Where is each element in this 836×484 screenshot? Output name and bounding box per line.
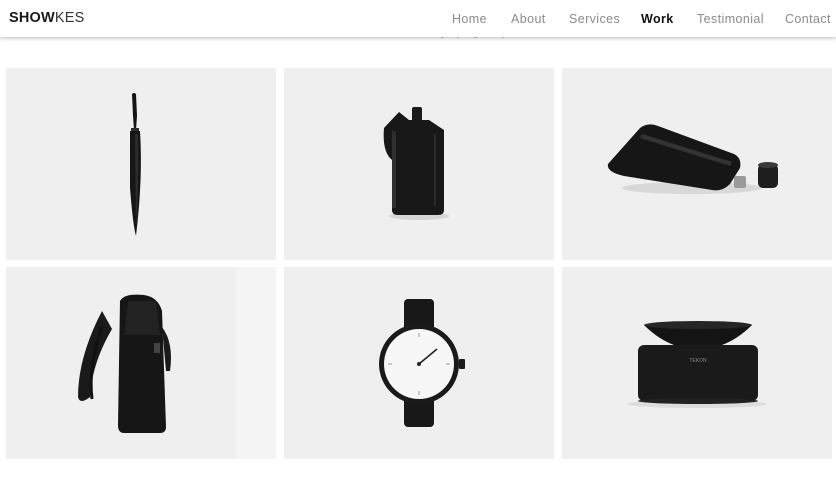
gallery-item-flask-bag[interactable] (284, 68, 554, 260)
nav-services[interactable]: Services (569, 12, 620, 26)
nav-testimonial[interactable]: Testimonial (697, 12, 764, 26)
nav-about[interactable]: About (511, 12, 546, 26)
nav-contact[interactable]: Contact (785, 12, 831, 26)
brand-light-text: KES (54, 10, 85, 26)
nav-work[interactable]: Work (641, 12, 674, 26)
watch-icon (379, 299, 465, 427)
gallery-item-speaker-bowl[interactable]: TEKON (562, 267, 832, 459)
brand-bold-text: SHOW (9, 10, 55, 26)
scrolled-text-remnant (0, 37, 836, 43)
brand-logo[interactable]: SHOWKES (9, 10, 85, 26)
flask-bag-icon (383, 107, 449, 220)
gallery-item-backpack[interactable] (6, 267, 276, 459)
gallery-item-watch[interactable] (284, 267, 554, 459)
speaker-bowl-icon: TEKON (627, 321, 767, 408)
gallery-item-pouch-flask[interactable] (562, 68, 832, 260)
pouch-flask-icon (607, 124, 778, 194)
backpack-icon (78, 267, 276, 459)
navbar: SHOWKES Home About Services Work Testimo… (0, 0, 836, 37)
nav-home[interactable]: Home (452, 12, 487, 26)
speaker-brand-label: TEKON (689, 358, 707, 364)
knife-icon (130, 93, 141, 236)
gallery-item-knife[interactable] (6, 68, 276, 260)
